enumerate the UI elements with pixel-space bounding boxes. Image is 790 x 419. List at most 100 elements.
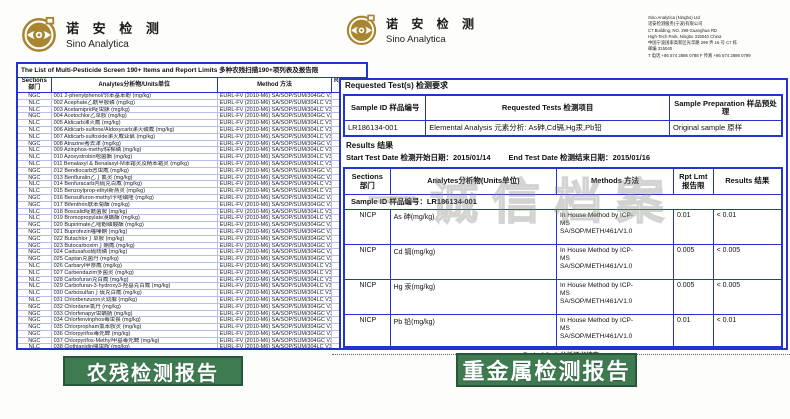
- cell-section: NGC: [18, 175, 52, 181]
- cell-method: EURL-FV (2010-M6) SA/SOP/SUM/304LC V3.0: [218, 290, 333, 296]
- sample-id-row: Sample ID 样品编号：LR186134-001: [345, 195, 781, 210]
- requested-tests-section-title: Requested Test(s) 检测要求: [345, 80, 448, 91]
- end-date-value: 2015/01/16: [613, 153, 651, 162]
- pesticide-screen-table: The List of Multi-Pesticide Screen 190+ …: [16, 62, 368, 350]
- cell-method: EURL-FV (2010-M6) SA/SOP/SUM/304LC V3.0: [218, 270, 333, 276]
- cell-analyte: 038 Clothianidin噻虫胺 (mg/kg): [52, 344, 218, 350]
- pesticide-table-row: NGC 012 Bendiocarb恶虫威 (mg/kg) EURL-FV (2…: [18, 168, 366, 175]
- heavy-metal-report-badge: 重金属检测报告: [456, 353, 637, 387]
- cell-method: EURL-FV (2010-M6) SA/SOP/SUM/304GC V3.0: [218, 236, 333, 242]
- header-results: Results 结果: [714, 169, 781, 194]
- cell-section: NLC: [18, 100, 52, 106]
- cell-analyte: 031 Chlorbenzuron灭幼脲 (mg/kg): [52, 297, 218, 303]
- header-sections: Sections 部门: [18, 78, 52, 92]
- cell-method: EURL-FV (2010-M6) SA/SOP/SUM/304GC V3.0: [218, 168, 333, 174]
- pesticide-table-row: NGC 033 Chlorfenapyr虫螨腈 (mg/kg) EURL-FV …: [18, 311, 366, 318]
- cell-section: NGC: [18, 304, 52, 310]
- cell-method: In House Method by ICP- MS SA/SOP/METH/4…: [557, 280, 674, 314]
- cell-method: EURL-FV (2010-M6) SA/SOP/SUM/304GC V3.0: [218, 113, 333, 119]
- pesticide-table-row: NGC 016 Bensulfuron-methyl苄嘧磺隆 (mg/kg) E…: [18, 195, 366, 202]
- cell-section: NLC: [18, 215, 52, 221]
- pesticide-table-row: NLC 005 Aldicarb涕灭威 (mg/kg) EURL-FV (201…: [18, 120, 366, 127]
- cell-section: NGC: [18, 222, 52, 228]
- logo-cn-text: 诺 安 检 测: [386, 15, 479, 32]
- header-method: Method 方法: [218, 78, 333, 92]
- header-analytes: Analytes分析物/Units单位: [52, 78, 218, 92]
- cell-method: EURL-FV (2010-M6) SA/SOP/SUM/304LC V3.0: [218, 215, 333, 221]
- cell-section: NGC: [18, 202, 52, 208]
- cell-rpt-lmt: 0.005: [674, 245, 714, 279]
- cell-method: EURL-FV (2010-M6) SA/SOP/SUM/304LC V3.0: [218, 283, 333, 289]
- logo-en-text: Sino Analytica: [386, 34, 479, 45]
- cell-method: EURL-FV (2010-M6) SA/SOP/SUM/304GC V3.0: [218, 222, 333, 228]
- cell-analyte: 004 Acetochlor乙草胺 (mg/kg): [52, 113, 218, 119]
- cell-analyte: 029 Carbofuran-3-hydroxy3-羟基克百威 (mg/kg): [52, 283, 218, 289]
- pesticide-table-row: NGC 020 Bupirimate乙嘧酚磺酸酯 (mg/kg) EURL-FV…: [18, 222, 366, 229]
- cell-method: EURL-FV (2010-M6) SA/SOP/SUM/304GC V3.0: [218, 202, 333, 208]
- cell-section: NICP: [345, 245, 391, 279]
- header-sample-id: Sample ID 样品编号: [345, 96, 426, 120]
- cell-analyte: 013 Benfluralin乙丁氟灵 (mg/kg): [52, 175, 218, 181]
- cell-method: EURL-FV (2010-M6) SA/SOP/SUM/304LC V3.0: [218, 297, 333, 303]
- cell-section: NLC: [18, 181, 52, 187]
- cell-analyte: 006 Aldicarb-sulfone/Aldoxycarb涕灭磺威 (mg/…: [52, 127, 218, 133]
- cell-method: EURL-FV (2010-M6) SA/SOP/SUM/304LC V3.0: [218, 209, 333, 215]
- cell-method: EURL-FV (2010-M6) SA/SOP/SUM/304LC V3.0: [218, 188, 333, 194]
- requested-tests-header: Sample ID 样品编号 Requested Tests 检测项目 Samp…: [345, 96, 781, 121]
- pesticide-table-row: NLC 028 Carbofuran克百威 (mg/kg) EURL-FV (2…: [18, 277, 366, 284]
- end-date-label: End Test Date 检测结束日期：: [509, 153, 613, 162]
- cell-method: EURL-FV (2010-M6) SA/SOP/SUM/304GC V3.0: [218, 324, 333, 330]
- cell-analyte: 001 2-phenylphenol/邻苯基苯酚 (mg/kg): [52, 93, 218, 99]
- cell-analyte: 022 Butachlor丁草胺 (mg/kg): [52, 236, 218, 242]
- pesticide-table-row: NGC 024 Cadusafos硫线磷 (mg/kg) EURL-FV (20…: [18, 249, 366, 256]
- cell-rpt-lmt: 0.01: [674, 210, 714, 244]
- cell-analyte: 017 Bifenthrin联苯菊酯 (mg/kg): [52, 202, 218, 208]
- cell-section: NLC: [18, 134, 52, 140]
- cell-method: EURL-FV (2010-M6) SA/SOP/SUM/304GC V3.0: [218, 243, 333, 249]
- cell-section: NGC: [18, 249, 52, 255]
- pesticide-table-row: NLC 031 Chlorbenzuron灭幼脲 (mg/kg) EURL-FV…: [18, 297, 366, 304]
- cell-section: NGC: [18, 256, 52, 262]
- pesticide-table-row: NLC 011 Benalaxyl & Benalaxyl-M苯霜灵及精苯霜灵 …: [18, 161, 366, 168]
- pesticide-table-row: NGC 004 Acetochlor乙草胺 (mg/kg) EURL-FV (2…: [18, 113, 366, 120]
- cell-analyte: 037 Chlorpyrifos-Methyl甲基毒死蜱 (mg/kg): [52, 338, 218, 344]
- cell-method: EURL-FV (2010-M6) SA/SOP/SUM/304GC V3.0: [218, 175, 333, 181]
- pesticide-table-title: The List of Multi-Pesticide Screen 190+ …: [18, 64, 366, 78]
- start-date-value: 2015/01/14: [453, 153, 491, 162]
- results-section-title: Results 结果: [346, 140, 393, 151]
- cell-analyte: 028 Carbofuran克百威 (mg/kg): [52, 277, 218, 283]
- cell-analyte: 026 Carbaryl甲萘威 (mg/kg): [52, 263, 218, 269]
- cell-method: EURL-FV (2010-M6) SA/SOP/SUM/304GC V3.0: [218, 249, 333, 255]
- cell-sample-id: LR186134-001: [345, 121, 426, 135]
- cell-method: EURL-FV (2010-M6) SA/SOP/SUM/304LC V3.0: [218, 147, 333, 153]
- cell-section: NLC: [18, 263, 52, 269]
- left-logo: 诺 安 检 测 Sino Analytica: [20, 15, 164, 53]
- pesticide-table-row: NLC 009 Azinphos-methyl保棉磷 (mg/kg) EURL-…: [18, 147, 366, 154]
- cell-analyte: 003 Acetamiprid啶虫脒 (mg/kg): [52, 107, 218, 113]
- cell-section: NGC: [18, 338, 52, 344]
- company-address-block: Sino Analytica (Ningbo) Ltd诺安检测服务(宁波)有限公…: [648, 15, 790, 59]
- cell-analyte: 008 Atrazine莠去津 (mg/kg): [52, 141, 218, 147]
- cell-analyte: 023 Butocarboxim丁酮威 (mg/kg): [52, 243, 218, 249]
- cell-section: NLC: [18, 161, 52, 167]
- pesticide-table-row: NLC 029 Carbofuran-3-hydroxy3-羟基克百威 (mg/…: [18, 283, 366, 290]
- cell-method: EURL-FV (2010-M6) SA/SOP/SUM/304GC V3.0: [218, 331, 333, 337]
- cell-section: NICP: [345, 280, 391, 314]
- cell-method: EURL-FV (2010-M6) SA/SOP/SUM/304LC V3.0: [218, 154, 333, 160]
- cell-method: EURL-FV (2010-M6) SA/SOP/SUM/304GC V3.0: [218, 195, 333, 201]
- cell-analyte: 015 Benzoylprop-ethyl新燕灵 (mg/kg): [52, 188, 218, 194]
- cell-section: NLC: [18, 120, 52, 126]
- cell-section: NLC: [18, 270, 52, 276]
- pesticide-table-row: NLC 002 Acephate乙酰甲胺磷 (mg/kg) EURL-FV (2…: [18, 100, 366, 107]
- cell-section: NGC: [18, 93, 52, 99]
- cell-method: EURL-FV (2010-M6) SA/SOP/SUM/304GC V3.0: [218, 93, 333, 99]
- cell-section: NLC: [18, 154, 52, 160]
- cell-analyte: 030 Carbosulfan丁硫克百威 (mg/kg): [52, 290, 218, 296]
- cell-section: NGC: [18, 243, 52, 249]
- cell-method: EURL-FV (2010-M6) SA/SOP/SUM/304LC V3.0: [218, 161, 333, 167]
- requested-tests-table: Sample ID 样品编号 Requested Tests 检测项目 Samp…: [343, 94, 783, 137]
- cell-result: < 0.005: [714, 245, 781, 279]
- cell-method: EURL-FV (2010-M6) SA/SOP/SUM/304LC V3.0: [218, 277, 333, 283]
- pesticide-table-row: NGC 036 Chlorpyrifos毒死蜱 (mg/kg) EURL-FV …: [18, 331, 366, 338]
- cell-result: < 0.01: [714, 315, 781, 350]
